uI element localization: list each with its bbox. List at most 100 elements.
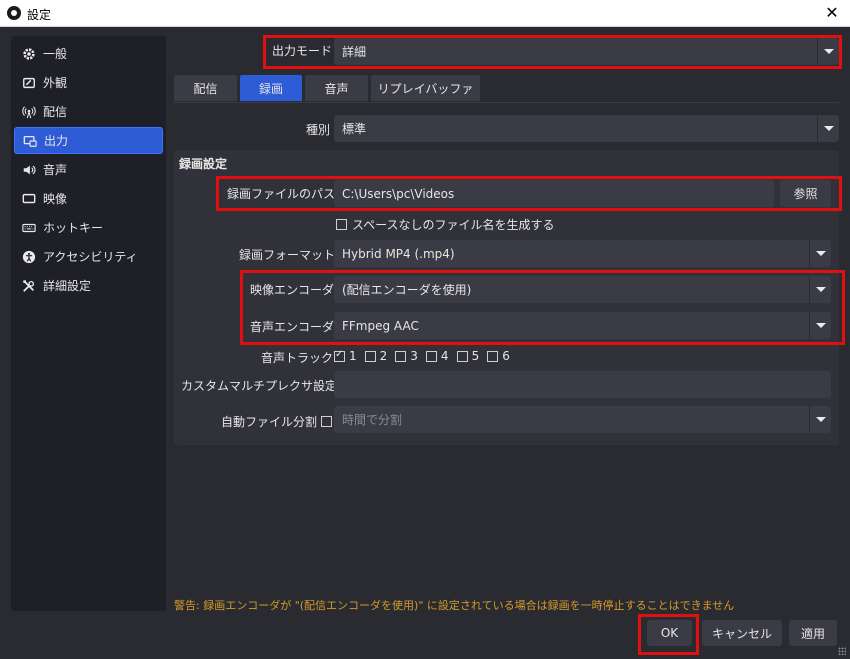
- auto-split-select[interactable]: 時間で分割: [334, 406, 831, 433]
- recording-path-input[interactable]: C:\Users\pc\Videos: [334, 180, 774, 207]
- apply-button[interactable]: 適用: [789, 620, 837, 646]
- tab-stream[interactable]: 配信: [173, 74, 238, 102]
- output-mode-label: 出力モード: [272, 44, 333, 58]
- video-encoder-value: (配信エンコーダを使用): [342, 283, 472, 297]
- sidebar-item-appearance[interactable]: 外観: [14, 69, 163, 96]
- browse-button[interactable]: 参照: [780, 180, 831, 207]
- checkbox-box[interactable]: [336, 219, 347, 230]
- audio-track-list: 1 2 3 4 5 6: [334, 349, 518, 363]
- sidebar-item-audio[interactable]: 音声: [14, 156, 163, 183]
- tab-audio[interactable]: 音声: [304, 74, 369, 102]
- chevron-down-icon: [817, 115, 839, 142]
- resize-grip[interactable]: [838, 647, 846, 655]
- type-select[interactable]: 標準: [334, 115, 839, 142]
- sidebar-item-label: 詳細設定: [43, 279, 92, 293]
- sidebar-item-label: ホットキー: [43, 221, 104, 235]
- checkbox-box[interactable]: [456, 350, 468, 362]
- recording-format-value: Hybrid MP4 (.mp4): [342, 246, 455, 261]
- sidebar-item-label: アクセシビリティ: [43, 250, 138, 264]
- checkbox-box[interactable]: [321, 416, 333, 427]
- sidebar-item-label: 一般: [43, 47, 68, 61]
- tab-divider: [173, 102, 839, 103]
- window-title: 設定: [27, 8, 52, 22]
- recording-format-select[interactable]: Hybrid MP4 (.mp4): [334, 240, 831, 267]
- tools-icon: [21, 278, 37, 294]
- sidebar-item-output[interactable]: 出力: [14, 127, 163, 154]
- title-bar: 設定 ✕: [0, 0, 850, 27]
- accessibility-icon: [21, 249, 37, 265]
- warning-message: 警告: 録画エンコーダが "(配信エンコーダを使用)" に設定されている場合は録…: [174, 599, 735, 612]
- checkbox-box[interactable]: [364, 350, 376, 362]
- type-value: 標準: [342, 122, 367, 136]
- checkbox-box[interactable]: [487, 350, 499, 362]
- tab-recording[interactable]: 録画: [239, 74, 303, 102]
- audio-encoder-label: 音声エンコーダ: [250, 320, 335, 334]
- recording-settings-title: 録画設定: [179, 157, 228, 171]
- audio-track-4[interactable]: 4: [425, 349, 449, 363]
- video-encoder-select[interactable]: (配信エンコーダを使用): [334, 276, 831, 303]
- audio-encoder-select[interactable]: FFmpeg AAC: [334, 312, 831, 339]
- track-label: 5: [471, 349, 480, 363]
- sidebar-item-label: 出力: [44, 134, 69, 148]
- track-label: 6: [502, 349, 510, 363]
- muxer-settings-label: カスタムマルチプレクサ設定: [181, 379, 338, 393]
- chevron-down-icon: [809, 312, 831, 339]
- gear-icon: [21, 46, 37, 62]
- ok-button[interactable]: OK: [647, 620, 692, 646]
- no-space-filename-checkbox[interactable]: スペースなしのファイル名を生成する: [336, 216, 555, 233]
- tab-label: リプレイバッファ: [377, 81, 474, 96]
- chevron-down-icon: [817, 38, 839, 65]
- sidebar-item-label: 映像: [43, 192, 68, 206]
- no-space-filename-label: スペースなしのファイル名を生成する: [352, 218, 555, 232]
- track-label: 4: [440, 349, 449, 363]
- cancel-button[interactable]: キャンセル: [702, 620, 782, 646]
- sidebar-item-video[interactable]: 映像: [14, 185, 163, 212]
- checkbox-box[interactable]: [395, 350, 407, 362]
- tab-label: 音声: [324, 81, 349, 96]
- obs-logo-icon: [7, 6, 21, 20]
- close-icon[interactable]: ✕: [822, 3, 842, 22]
- track-label: 1: [349, 349, 357, 363]
- auto-split-value: 時間で分割: [342, 413, 403, 427]
- output-mode-select[interactable]: 詳細: [334, 38, 839, 65]
- sidebar-item-accessibility[interactable]: アクセシビリティ: [14, 243, 163, 270]
- audio-encoder-value: FFmpeg AAC: [342, 318, 419, 333]
- sidebar: 一般 外観 配信 出力 音声 映像 ホットキー アクセシビリティ 詳細設定: [11, 36, 166, 611]
- track-label: 2: [379, 349, 388, 363]
- tab-replay-buffer[interactable]: リプレイバッファ: [370, 74, 481, 102]
- broadcast-icon: [21, 104, 37, 120]
- checkbox-box[interactable]: [425, 350, 437, 362]
- muxer-settings-input[interactable]: [334, 371, 831, 398]
- audio-track-3[interactable]: 3: [395, 349, 418, 363]
- sidebar-item-hotkeys[interactable]: ホットキー: [14, 214, 163, 241]
- audio-track-label: 音声トラック: [261, 351, 334, 365]
- keyboard-icon: [21, 220, 37, 236]
- video-encoder-label: 映像エンコーダ: [250, 283, 335, 297]
- chevron-down-icon: [809, 240, 831, 267]
- auto-split-checkbox[interactable]: 自動ファイル分割: [221, 413, 337, 430]
- output-mode-value: 詳細: [342, 45, 367, 59]
- tab-label: 配信: [193, 81, 218, 96]
- audio-track-2[interactable]: 2: [364, 349, 388, 363]
- auto-split-label: 自動ファイル分割: [221, 415, 318, 429]
- sidebar-item-stream[interactable]: 配信: [14, 98, 163, 125]
- audio-track-1[interactable]: 1: [334, 349, 357, 363]
- checkbox-box[interactable]: [334, 349, 345, 362]
- sidebar-item-advanced[interactable]: 詳細設定: [14, 272, 163, 299]
- appearance-icon: [21, 75, 37, 91]
- tab-label: 録画: [258, 81, 283, 96]
- audio-track-6[interactable]: 6: [487, 349, 510, 363]
- recording-path-label: 録画ファイルのパス: [227, 187, 336, 201]
- sidebar-item-label: 音声: [43, 163, 68, 177]
- audio-track-5[interactable]: 5: [456, 349, 480, 363]
- sidebar-item-general[interactable]: 一般: [14, 40, 163, 67]
- monitor-icon: [21, 191, 37, 207]
- output-icon: [22, 133, 38, 149]
- recording-format-label: 録画フォーマット: [239, 248, 336, 262]
- chevron-down-icon: [809, 406, 831, 433]
- type-label: 種別: [306, 123, 331, 137]
- speaker-icon: [21, 162, 37, 178]
- track-label: 3: [410, 349, 418, 363]
- sidebar-item-label: 配信: [43, 105, 68, 119]
- sidebar-item-label: 外観: [43, 76, 68, 90]
